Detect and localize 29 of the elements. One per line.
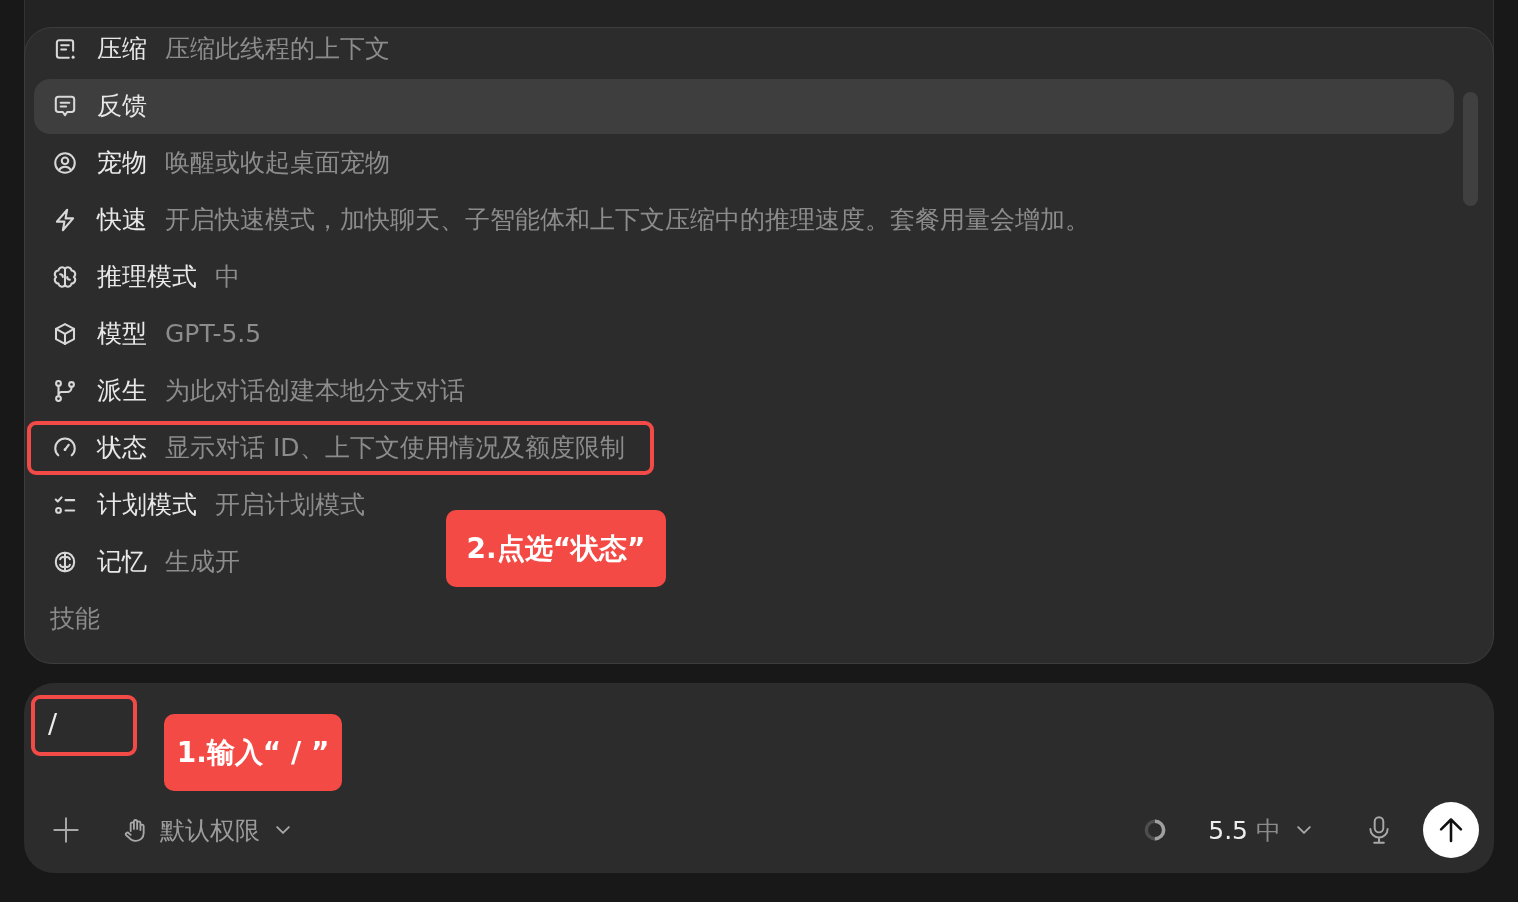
section-heading: 技能: [49, 602, 100, 635]
menu-item[interactable]: 模型 GPT-5.5: [34, 306, 280, 362]
plus-icon: [52, 816, 80, 844]
cube-icon: [52, 321, 78, 347]
annotation-callout: 1.输入“ / ”: [164, 714, 342, 791]
menu-item[interactable]: 状态 显示对话 ID、上下文使用情况及额度限制: [34, 420, 643, 476]
user-circle-icon: [52, 150, 78, 176]
menu-item[interactable]: 记忆 生成开: [34, 534, 258, 590]
model-button[interactable]: 5.5 中: [1208, 813, 1314, 847]
menu-item[interactable]: 快速 开启快速模式，加快聊天、子智能体和上下文压缩中的推理速度。套餐用量会增加。: [34, 192, 1108, 248]
arrow-up-icon: [1437, 816, 1465, 844]
microphone-icon: [1368, 816, 1390, 844]
mic-button[interactable]: [1368, 816, 1390, 844]
menu-item[interactable]: 反馈: [34, 78, 1454, 134]
send-button[interactable]: [1423, 802, 1479, 858]
menu-item[interactable]: 压缩 压缩此线程的上下文: [34, 28, 408, 77]
permission-button[interactable]: 默认权限: [122, 813, 293, 847]
branch-icon: [52, 378, 78, 404]
menu-item[interactable]: 推理模式 中: [34, 249, 258, 305]
hand-icon: [122, 817, 148, 843]
chat-bubble-icon: [52, 93, 78, 119]
menu-item[interactable]: 计划模式 开启计划模式: [34, 477, 383, 533]
annotation-callout: 2.点选“状态”: [446, 510, 666, 587]
message-input[interactable]: /: [31, 695, 137, 756]
menu-item[interactable]: 宠物 唤醒或收起桌面宠物: [34, 135, 408, 191]
menu-item[interactable]: 派生 为此对话创建本地分支对话: [34, 363, 483, 419]
add-button[interactable]: [52, 816, 80, 844]
brain-icon: [52, 264, 78, 290]
lobed-circle-icon: [52, 549, 78, 575]
